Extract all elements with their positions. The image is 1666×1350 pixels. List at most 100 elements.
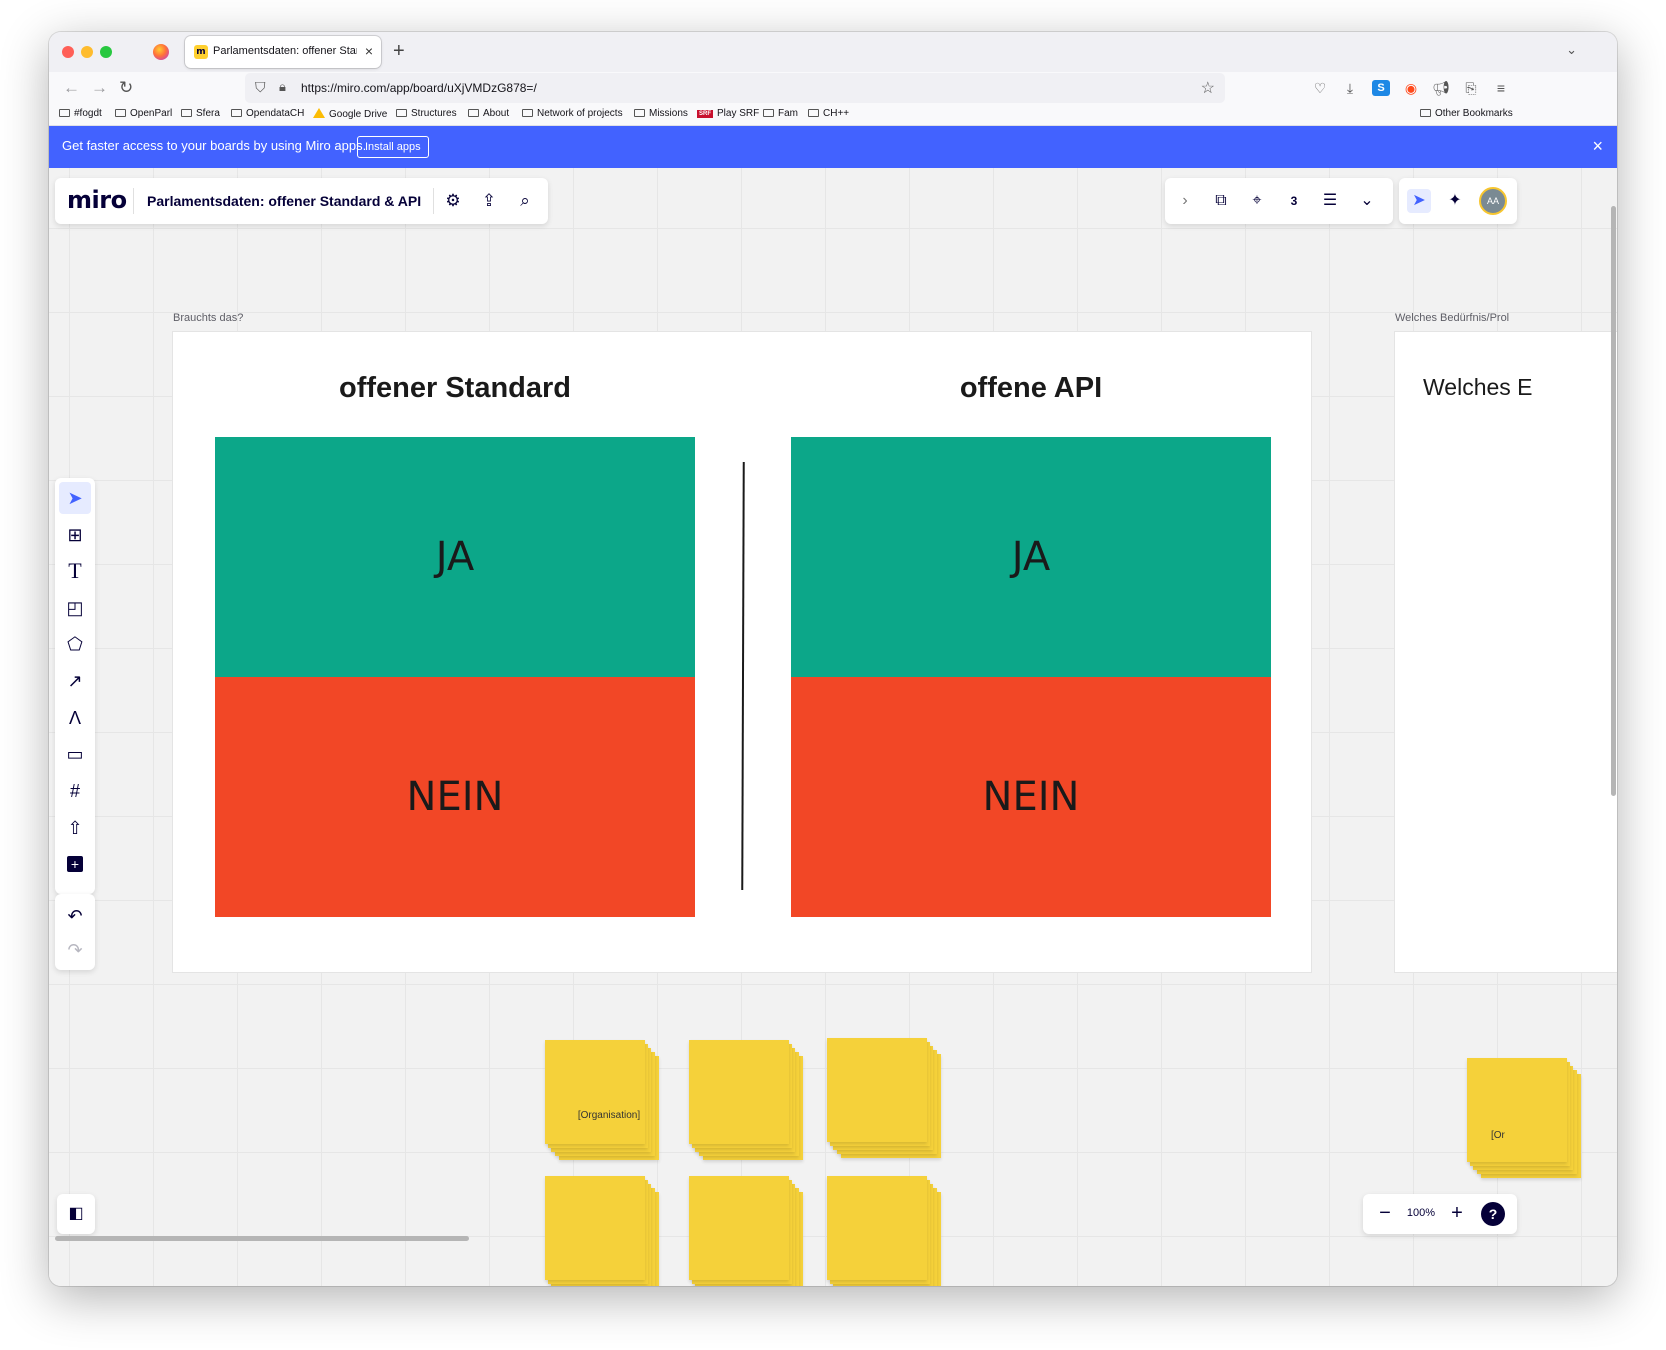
reload-icon[interactable]: ↻ bbox=[119, 76, 133, 100]
s-extension-icon[interactable]: S bbox=[1372, 80, 1390, 96]
bookmark-label: Structures bbox=[411, 108, 457, 119]
bookmark-network-of-projects[interactable]: Network of projects bbox=[522, 108, 623, 119]
notes-icon[interactable]: ☰ bbox=[1318, 189, 1342, 213]
gear-icon[interactable]: ⚙ bbox=[441, 189, 465, 213]
close-window-button[interactable] bbox=[62, 46, 74, 58]
vertical-scrollbar[interactable] bbox=[1611, 206, 1616, 796]
bookmark-structures[interactable]: Structures bbox=[396, 108, 457, 119]
more-apps-tool[interactable]: + bbox=[59, 848, 91, 880]
frame-tool[interactable]: # bbox=[59, 775, 91, 807]
divider bbox=[133, 188, 134, 214]
comment-tool[interactable]: ▭ bbox=[59, 738, 91, 770]
minimize-window-button[interactable] bbox=[81, 46, 93, 58]
separator-line[interactable] bbox=[741, 461, 745, 891]
zoom-in-button[interactable]: + bbox=[1445, 1200, 1469, 1226]
lock-icon[interactable]: 🔒︎ bbox=[279, 79, 286, 95]
connection-line-tool[interactable]: ↗ bbox=[59, 665, 91, 697]
nein-block-api[interactable]: NEIN bbox=[791, 677, 1271, 917]
ja-block-api[interactable]: JA bbox=[791, 437, 1271, 677]
sticky-note-stack[interactable] bbox=[689, 1040, 803, 1160]
opera-extension-icon[interactable]: ◉ bbox=[1402, 80, 1420, 96]
miro-board-canvas[interactable]: Brauchts das? offener Standard offene AP… bbox=[49, 126, 1617, 1286]
bookmark-missions[interactable]: Missions bbox=[634, 108, 688, 119]
bookmark-fam[interactable]: Fam bbox=[763, 108, 798, 119]
avatar[interactable]: AA bbox=[1479, 187, 1507, 215]
close-icon[interactable]: × bbox=[1592, 135, 1603, 157]
extensions-puzzle-icon[interactable]: ⎘ bbox=[1462, 80, 1480, 96]
search-icon[interactable]: ⌕ bbox=[513, 189, 537, 213]
focus-icon[interactable]: ⌖ bbox=[1245, 189, 1269, 213]
horizontal-scrollbar[interactable] bbox=[55, 1236, 469, 1241]
divider bbox=[433, 188, 434, 214]
bookmark-star-icon[interactable]: ☆ bbox=[1201, 78, 1215, 98]
frame-brauchts-das[interactable]: offener Standard offene API JA NEIN JA N… bbox=[173, 332, 1311, 972]
templates-tool[interactable]: ⊞ bbox=[59, 519, 91, 551]
ja-block-standard[interactable]: JA bbox=[215, 437, 695, 677]
timer-icon[interactable]: ⧉ bbox=[1209, 189, 1233, 213]
select-tool[interactable]: ➤ bbox=[59, 482, 91, 514]
bookmark-sfera[interactable]: Sfera bbox=[181, 108, 220, 119]
tab-close-icon[interactable]: × bbox=[365, 43, 373, 59]
heading-welches[interactable]: Welches E bbox=[1423, 374, 1533, 401]
url-bar[interactable]: ⛉ 🔒︎ https://miro.com/app/board/uXjVMDzG… bbox=[245, 73, 1225, 103]
undo-icon[interactable]: ↶ bbox=[59, 900, 91, 932]
folder-icon bbox=[115, 109, 126, 117]
sticky-note-stack[interactable] bbox=[689, 1176, 803, 1286]
bookmark-fogdt[interactable]: #fogdt bbox=[59, 108, 102, 119]
text-tool[interactable]: T bbox=[59, 555, 91, 587]
hamburger-menu-icon[interactable]: ≡ bbox=[1492, 80, 1510, 96]
downloads-icon[interactable]: ⤓ bbox=[1341, 80, 1359, 96]
frame-label[interactable]: Welches Bedürfnis/Prol bbox=[1395, 312, 1509, 324]
sticky-note-stack[interactable]: [Organisation] bbox=[545, 1040, 659, 1160]
shapes-tool[interactable]: ⬠ bbox=[59, 628, 91, 660]
megaphone-extension-icon[interactable]: 📢︎ bbox=[1432, 80, 1450, 96]
back-arrow-icon[interactable]: ← bbox=[63, 76, 80, 100]
bookmark-label: CH++ bbox=[823, 108, 850, 119]
sticky-note-stack[interactable] bbox=[545, 1176, 659, 1286]
tab-list-chevron-icon[interactable]: ⌄ bbox=[1566, 42, 1577, 58]
sticky-note-stack[interactable] bbox=[827, 1038, 941, 1158]
frame-label[interactable]: Brauchts das? bbox=[173, 312, 243, 324]
nein-block-standard[interactable]: NEIN bbox=[215, 677, 695, 917]
sticky-note-stack[interactable] bbox=[827, 1176, 941, 1286]
counter-icon[interactable]: 3 bbox=[1282, 189, 1306, 213]
zoom-window-button[interactable] bbox=[100, 46, 112, 58]
pocket-icon[interactable]: ♡ bbox=[1311, 80, 1329, 96]
firefox-view-icon[interactable] bbox=[153, 44, 169, 60]
redo-icon[interactable]: ↷ bbox=[59, 934, 91, 966]
heading-offener-standard[interactable]: offener Standard bbox=[215, 372, 695, 405]
url-text[interactable]: https://miro.com/app/board/uXjVMDzG878=/ bbox=[301, 81, 537, 95]
install-apps-button[interactable]: Install apps bbox=[357, 136, 429, 158]
bookmark-about[interactable]: About bbox=[468, 108, 509, 119]
heading-offene-api[interactable]: offene API bbox=[791, 372, 1271, 405]
upload-icon[interactable]: ⇪ bbox=[477, 189, 501, 213]
bookmark-opendatach[interactable]: OpendataCH bbox=[231, 108, 304, 119]
bookmark-play-srf[interactable]: SRF Play SRF bbox=[697, 108, 759, 119]
zoom-level[interactable]: 100% bbox=[1403, 1207, 1439, 1219]
pen-tool[interactable]: Λ bbox=[59, 702, 91, 734]
upload-tool[interactable]: ⇧ bbox=[59, 812, 91, 844]
tracking-shield-icon[interactable]: ⛉ bbox=[255, 79, 266, 96]
zoom-out-button[interactable]: − bbox=[1373, 1200, 1397, 1226]
bookmark-google-drive[interactable]: Google Drive bbox=[313, 108, 387, 120]
miro-logo[interactable]: miro bbox=[67, 186, 127, 214]
browser-tab[interactable]: m Parlamentsdaten: offener Standa × bbox=[185, 36, 381, 68]
help-button[interactable]: ? bbox=[1481, 1202, 1505, 1226]
sidebar-toggle-icon[interactable]: ◧ bbox=[57, 1194, 95, 1234]
chevron-right-icon[interactable]: › bbox=[1173, 189, 1197, 213]
board-title[interactable]: Parlamentsdaten: offener Standard & API bbox=[147, 193, 421, 209]
miro-favicon-icon: m bbox=[194, 45, 208, 59]
bookmark-label: OpendataCH bbox=[246, 108, 305, 119]
more-icon[interactable]: ⌄ bbox=[1355, 189, 1379, 213]
frame-welches-beduerfnis[interactable]: Welches E bbox=[1395, 332, 1617, 972]
bookmark-chpp[interactable]: CH++ bbox=[808, 108, 849, 119]
sticky-note-tool[interactable]: ◰ bbox=[59, 592, 91, 624]
folder-icon bbox=[522, 109, 533, 117]
bookmark-openparl[interactable]: OpenParl bbox=[115, 108, 172, 119]
celebrate-icon[interactable]: ✦ bbox=[1443, 189, 1467, 213]
sticky-note-stack[interactable]: [Or bbox=[1467, 1058, 1581, 1178]
cursor-flag-icon[interactable]: ➤ bbox=[1407, 189, 1431, 213]
forward-arrow-icon[interactable]: → bbox=[91, 76, 108, 100]
new-tab-button[interactable]: + bbox=[393, 39, 405, 63]
bookmark-other-bookmarks[interactable]: Other Bookmarks bbox=[1420, 108, 1513, 119]
